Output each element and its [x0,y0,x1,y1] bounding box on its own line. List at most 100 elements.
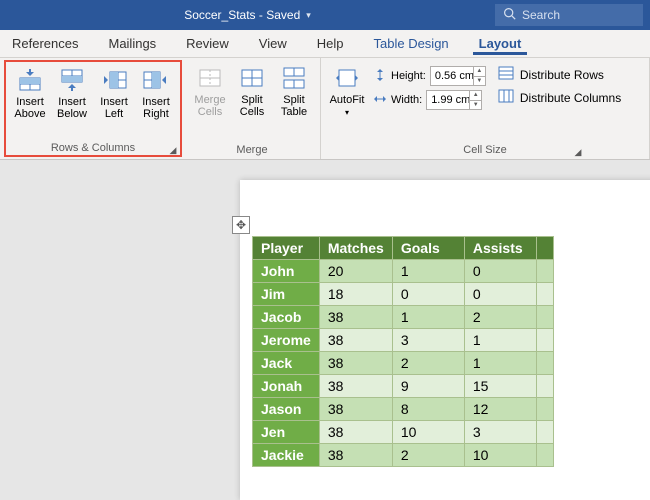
cell-value[interactable]: 0 [464,260,536,283]
search-box[interactable] [495,4,643,26]
split-cells-button[interactable]: SplitCells [232,62,272,141]
cell-value[interactable]: 1 [464,352,536,375]
cell-value[interactable]: 1 [464,329,536,352]
table-row[interactable]: John2010 [253,260,554,283]
merge-cells-label: MergeCells [194,94,225,118]
cell-player[interactable]: Jim [253,283,320,306]
table-row[interactable]: Jason38812 [253,398,554,421]
cell-value[interactable]: 0 [392,283,464,306]
insert-below-button[interactable]: InsertBelow [52,64,92,139]
cell-value[interactable] [536,329,553,352]
insert-above-label: InsertAbove [14,96,45,120]
cell-value[interactable] [536,352,553,375]
tab-view[interactable]: View [253,32,293,55]
table-header[interactable]: Player [253,237,320,260]
group-label-rows-columns: Rows & Columns [51,142,135,154]
distribute-rows-button[interactable]: Distribute Rows [498,66,621,83]
spinner-icon[interactable]: ▲▼ [469,91,481,109]
tab-layout[interactable]: Layout [473,32,528,55]
dialog-launcher-icon[interactable]: ◢ [168,145,178,155]
split-table-button[interactable]: SplitTable [274,62,314,141]
distribute-columns-icon [498,89,514,106]
table-row[interactable]: Jackie38210 [253,444,554,467]
tab-table-design[interactable]: Table Design [368,32,455,55]
distribute-columns-button[interactable]: Distribute Columns [498,89,621,106]
cell-value[interactable]: 3 [392,329,464,352]
cell-value[interactable] [536,444,553,467]
cell-value[interactable] [536,375,553,398]
tab-mailings[interactable]: Mailings [102,32,162,55]
table-row[interactable]: Jack3821 [253,352,554,375]
insert-right-label: InsertRight [142,96,170,120]
cell-value[interactable]: 2 [392,352,464,375]
dialog-launcher-icon[interactable]: ◢ [573,147,583,157]
distribute-columns-label: Distribute Columns [520,91,621,105]
cell-value[interactable]: 15 [464,375,536,398]
cell-value[interactable]: 38 [319,375,392,398]
cell-player[interactable]: Jason [253,398,320,421]
search-input[interactable] [522,8,622,22]
cell-value[interactable]: 2 [464,306,536,329]
table-row[interactable]: Jim1800 [253,283,554,306]
cell-value[interactable]: 38 [319,329,392,352]
cell-value[interactable]: 38 [319,444,392,467]
tab-review[interactable]: Review [180,32,235,55]
cell-value[interactable]: 38 [319,352,392,375]
tab-help[interactable]: Help [311,32,350,55]
table-header[interactable] [536,237,553,260]
cell-value[interactable]: 1 [392,260,464,283]
cell-value[interactable]: 38 [319,398,392,421]
table-row[interactable]: Jerome3831 [253,329,554,352]
insert-left-button[interactable]: InsertLeft [94,64,134,139]
table-header[interactable]: Matches [319,237,392,260]
insert-above-icon [16,66,44,94]
cell-value[interactable] [536,260,553,283]
cell-value[interactable]: 0 [464,283,536,306]
group-label-merge: Merge [236,144,267,156]
group-merge: MergeCells SplitCells SplitTable Merge [184,58,321,159]
table-row[interactable]: Jen38103 [253,421,554,444]
height-input[interactable]: 0.56 cm▲▼ [430,66,486,86]
cell-value[interactable]: 1 [392,306,464,329]
tab-references[interactable]: References [6,32,84,55]
table-row[interactable]: Jonah38915 [253,375,554,398]
cell-value[interactable]: 10 [392,421,464,444]
title-bar: Soccer_Stats - Saved ▾ [0,0,650,30]
cell-value[interactable] [536,421,553,444]
insert-above-button[interactable]: InsertAbove [10,64,50,139]
table-row[interactable]: Jacob3812 [253,306,554,329]
insert-right-button[interactable]: InsertRight [136,64,176,139]
cell-value[interactable]: 38 [319,306,392,329]
cell-value[interactable]: 9 [392,375,464,398]
spinner-icon[interactable]: ▲▼ [473,67,485,85]
cell-player[interactable]: Jacob [253,306,320,329]
document-title: Soccer_Stats - Saved [184,8,300,22]
autofit-icon [333,64,361,92]
cell-value[interactable]: 38 [319,421,392,444]
height-label: Height: [391,70,426,82]
cell-value[interactable]: 3 [464,421,536,444]
cell-value[interactable] [536,283,553,306]
cell-player[interactable]: Jonah [253,375,320,398]
cell-player[interactable]: John [253,260,320,283]
autofit-button[interactable]: AutoFit▾ [327,62,367,121]
cell-value[interactable]: 8 [392,398,464,421]
title-dropdown-icon[interactable]: ▾ [306,10,311,21]
cell-value[interactable]: 18 [319,283,392,306]
cell-value[interactable]: 2 [392,444,464,467]
cell-player[interactable]: Jack [253,352,320,375]
cell-value[interactable] [536,306,553,329]
cell-value[interactable]: 10 [464,444,536,467]
soccer-table[interactable]: PlayerMatchesGoalsAssists John2010Jim180… [252,236,554,467]
cell-value[interactable] [536,398,553,421]
autofit-label: AutoFit [330,94,365,106]
cell-value[interactable]: 12 [464,398,536,421]
cell-player[interactable]: Jackie [253,444,320,467]
table-header[interactable]: Goals [392,237,464,260]
table-move-handle-icon[interactable]: ✥ [232,216,250,234]
cell-value[interactable]: 20 [319,260,392,283]
width-input[interactable]: 1.99 cm▲▼ [426,90,482,110]
cell-player[interactable]: Jerome [253,329,320,352]
table-header[interactable]: Assists [464,237,536,260]
cell-player[interactable]: Jen [253,421,320,444]
